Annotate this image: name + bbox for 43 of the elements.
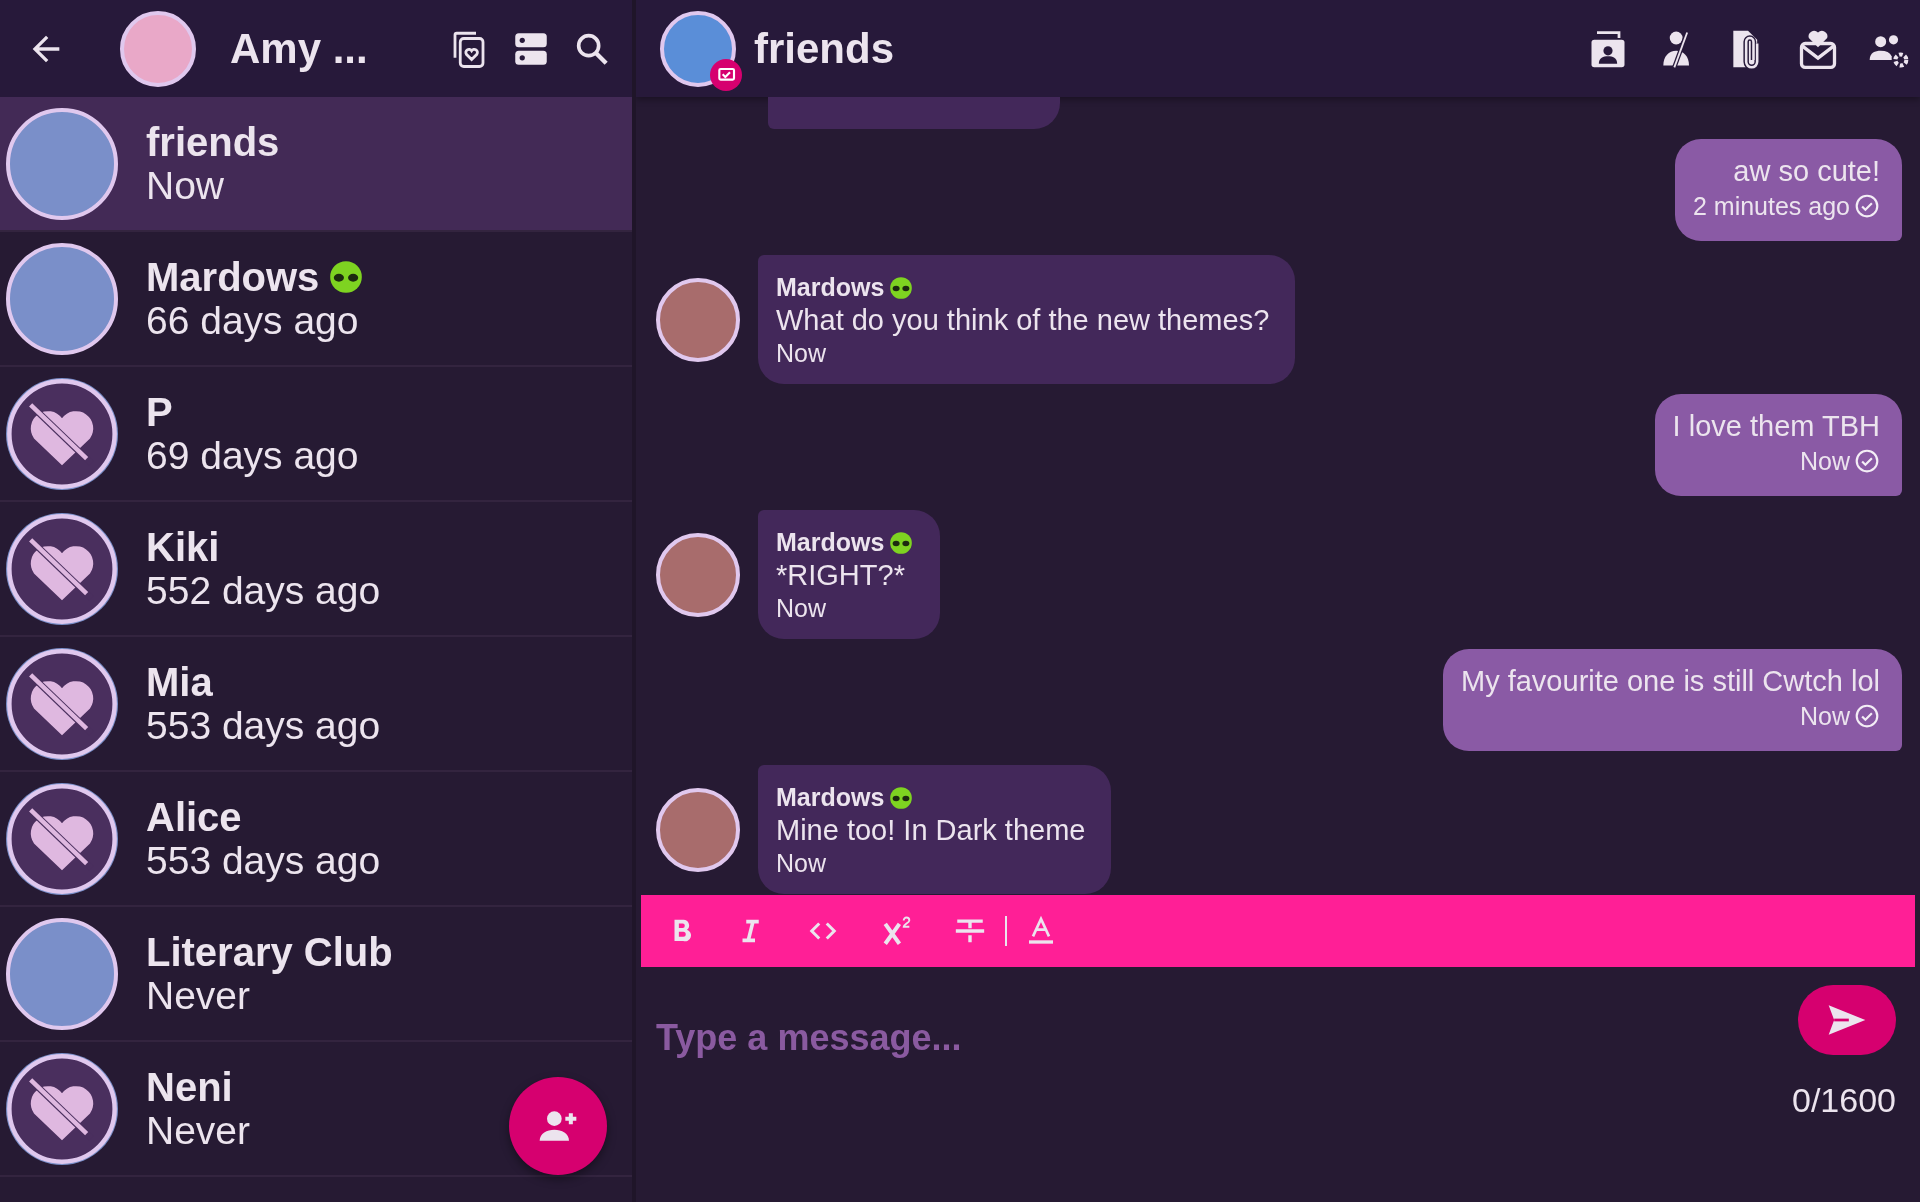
character-counter: 0/1600 (1792, 1081, 1896, 1120)
sender-name: Mardows (776, 273, 885, 302)
last-active-time: Now (146, 163, 226, 208)
message-time: Now (776, 338, 827, 368)
message-time: Now (776, 848, 827, 878)
contact-name: Kiki (146, 524, 220, 569)
chat-list-item[interactable]: Kiki 552 days ago (0, 502, 632, 637)
message-time: 2 minutes ago (1692, 191, 1850, 221)
contact-name: Literary Club (146, 929, 393, 974)
chat-list-item[interactable]: Literary Club Never (0, 907, 632, 1042)
message-input-field[interactable]: Type a message... (654, 1007, 1792, 1069)
last-active-time: 553 days ago (146, 838, 381, 883)
message-text: I love them TBH (1672, 410, 1880, 442)
sender-name: Mardows (776, 528, 885, 557)
chat-list-item[interactable]: P 69 days ago (0, 367, 632, 502)
contact-name: friends (146, 119, 280, 164)
contact-name: Alice (146, 794, 242, 839)
chat-badge-icon (710, 58, 742, 91)
message-time: Now (1800, 446, 1850, 476)
contact-name: P (146, 389, 173, 434)
sender-name: Mardows (776, 783, 885, 812)
message-time: Now (1800, 701, 1850, 731)
message-text: aw so cute! (1733, 155, 1880, 187)
profile-name: Amy ... (230, 24, 369, 73)
last-active-time: 69 days ago (146, 433, 359, 478)
chat-list-item[interactable]: Mia 553 days ago (0, 637, 632, 772)
contact-name: Neni (146, 1064, 233, 1109)
last-active-time: Never (146, 973, 251, 1018)
last-active-time: 553 days ago (146, 703, 381, 748)
chat-list-item[interactable]: Mardows 66 days ago (0, 232, 632, 367)
last-active-time: Never (146, 1108, 251, 1153)
contact-name: Mardows (146, 254, 320, 299)
last-active-time: 552 days ago (146, 568, 381, 613)
message-time: Now (776, 593, 827, 623)
chat-list-item[interactable]: friends Now (0, 97, 632, 232)
message-text: What do you think of the new themes? (776, 304, 1270, 336)
chat-title: friends (754, 24, 896, 73)
message-text: My favourite one is still Cwtch lol (1460, 665, 1880, 697)
last-active-time: 66 days ago (146, 298, 360, 343)
message-text: Mine too! In Dark theme (776, 814, 1086, 846)
contact-name: Mia (146, 659, 213, 704)
chat-list-item[interactable]: Alice 553 days ago (0, 772, 632, 907)
message-text: *RIGHT?* (776, 559, 906, 591)
